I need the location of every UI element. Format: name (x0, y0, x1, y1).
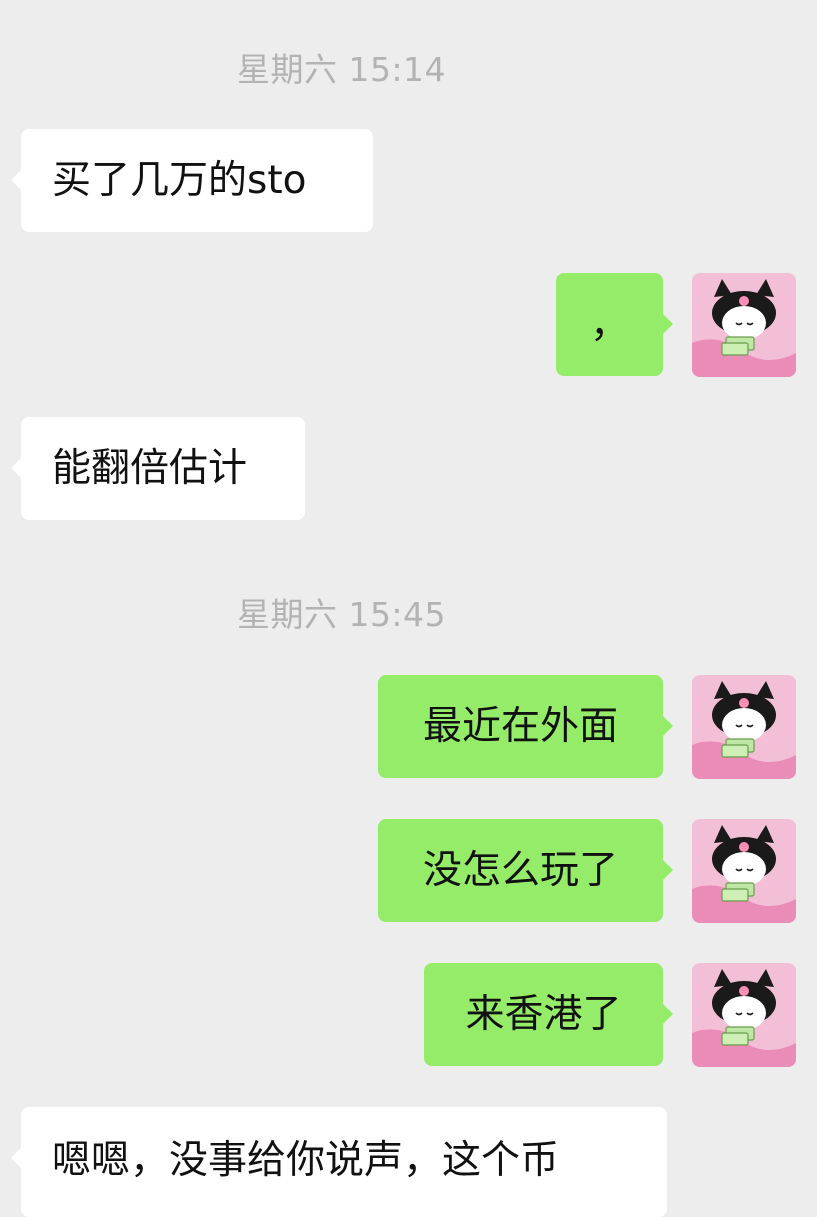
kuromi-avatar-image (692, 819, 796, 923)
message-bubble-incoming[interactable]: 嗯嗯，没事给你说声，这个币 (11, 1107, 667, 1217)
kuromi-avatar[interactable] (692, 675, 796, 779)
message-text: 没怎么玩了 (422, 848, 618, 893)
timestamp-1: 星期六 15:14 (236, 50, 447, 89)
kuromi-avatar[interactable] (692, 963, 796, 1067)
kuromi-avatar-image (692, 675, 796, 779)
kuromi-avatar[interactable] (692, 273, 796, 377)
message-text: ， (589, 302, 629, 347)
message-bubble-incoming[interactable]: 能翻倍估计 (11, 417, 305, 520)
message-bubble-outgoing[interactable]: 没怎么玩了 (378, 819, 673, 922)
message-bubble-incoming[interactable]: 买了几万的sto (11, 129, 373, 232)
chat-message-list[interactable]: 星期六 15:14 买了几万的sto ， 能翻倍估计 星期六 15:45 最近在… (0, 0, 817, 1217)
message-text: 买了几万的sto (52, 158, 307, 203)
message-text: 最近在外面 (422, 704, 618, 749)
timestamp-2: 星期六 15:45 (236, 595, 447, 634)
message-text: 能翻倍估计 (52, 446, 248, 491)
message-bubble-outgoing[interactable]: ， (556, 273, 673, 376)
message-bubble-outgoing[interactable]: 最近在外面 (378, 675, 673, 778)
kuromi-avatar[interactable] (692, 819, 796, 923)
message-text: 嗯嗯，没事给你说声，这个币 (52, 1138, 560, 1183)
kuromi-avatar-image (692, 963, 796, 1067)
message-text: 来香港了 (465, 992, 622, 1037)
message-bubble-outgoing[interactable]: 来香港了 (424, 963, 673, 1066)
kuromi-avatar-image (692, 273, 796, 377)
